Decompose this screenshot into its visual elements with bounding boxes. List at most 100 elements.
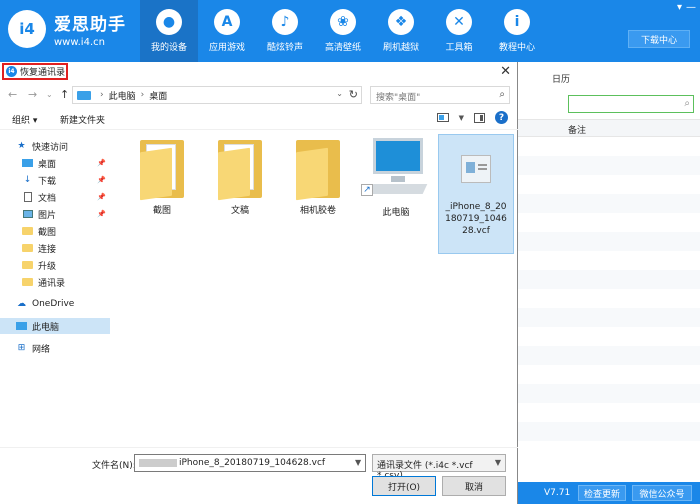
table-header: 备注	[518, 119, 700, 137]
address-field[interactable]: › 此电脑 › 桌面 ⌄ ↻	[72, 86, 362, 104]
app-name: 爱思助手	[54, 15, 126, 35]
nav-ringtones[interactable]: ♪ 酷炫铃声	[256, 0, 314, 62]
refresh-icon[interactable]: ↻	[349, 88, 358, 101]
close-icon[interactable]: ✕	[500, 64, 511, 79]
chevron-down-icon[interactable]: ▼	[459, 114, 464, 122]
folder-icon	[140, 140, 184, 201]
organize-button[interactable]: 组织 ▾	[12, 113, 37, 126]
nav-label: 工具箱	[445, 43, 473, 53]
file-item-documents-folder[interactable]: 文稿	[202, 134, 278, 224]
nav-folder-screenshots[interactable]: 截图	[0, 223, 110, 239]
network-icon: ⊞	[17, 343, 26, 353]
file-item-vcf[interactable]: _iPhone_8_20180719_104628.vcf	[438, 134, 514, 254]
computer-icon	[77, 90, 91, 100]
nav-wallpapers[interactable]: ❀ 高清壁纸	[314, 0, 372, 62]
search-input[interactable]: 搜索"桌面" ⌕	[370, 86, 510, 104]
nav-documents[interactable]: 文档 📌	[0, 189, 110, 205]
nav-downloads[interactable]: ↓ 下载 📌	[0, 172, 110, 188]
skin-icon[interactable]: ▾	[677, 2, 682, 13]
filename-value: iPhone_8_20180719_104628.vcf	[179, 458, 326, 468]
app-url: www.i4.cn	[54, 37, 105, 48]
nav-network[interactable]: ⊞ 网络	[0, 340, 110, 356]
nav-label: 刷机越狱	[382, 43, 419, 53]
info-icon: i	[504, 9, 530, 35]
address-bar-row: ← → ⌄ ↑ › 此电脑 › 桌面 ⌄ ↻ 搜索"桌面" ⌕	[0, 84, 518, 106]
i4-logo-icon: i4	[8, 10, 46, 48]
file-list: 截图 文稿 相机胶卷 ↗ 此电脑 _iPhone_8_20180719_1046…	[120, 134, 514, 494]
star-icon: ★	[17, 141, 26, 151]
nav-desktop[interactable]: 桌面 📌	[0, 155, 110, 171]
brand: i4 爱思助手 www.i4.cn	[8, 10, 126, 48]
picture-icon	[22, 209, 33, 219]
nav-folder-contacts[interactable]: 通讯录	[0, 274, 110, 290]
table-row	[518, 194, 700, 213]
nav-folder-connect[interactable]: 连接	[0, 240, 110, 256]
computer-icon: ↗	[361, 138, 431, 200]
pin-icon[interactable]: 📌	[97, 176, 106, 184]
nav-label: 教程中心	[498, 43, 535, 53]
pin-icon[interactable]: 📌	[97, 210, 106, 218]
open-button[interactable]: 打开(O)	[372, 476, 436, 496]
nav-tutorials[interactable]: i 教程中心	[488, 0, 546, 62]
check-update-button[interactable]: 检查更新	[578, 485, 626, 501]
minimize-icon[interactable]: —	[686, 2, 696, 13]
tab-calendar[interactable]: 日历	[552, 72, 570, 85]
nav-pictures[interactable]: 图片 📌	[0, 206, 110, 222]
window-controls: ▾ —	[677, 2, 696, 13]
file-item-camera-roll-folder[interactable]: 相机胶卷	[280, 134, 356, 224]
table-row	[518, 422, 700, 441]
file-item-screenshots-folder[interactable]: 截图	[124, 134, 200, 224]
nav-label: 高清壁纸	[324, 43, 361, 53]
open-file-dialog: i4 恢复通讯录 ✕ ← → ⌄ ↑ › 此电脑 › 桌面 ⌄ ↻ 搜索"桌面"…	[0, 62, 518, 504]
computer-icon	[16, 321, 27, 331]
folder-icon	[218, 140, 262, 201]
download-center-button[interactable]: 下载中心	[628, 30, 690, 48]
nav-onedrive[interactable]: ☁ OneDrive	[0, 296, 110, 312]
pin-icon[interactable]: 📌	[97, 159, 106, 167]
preview-pane-icon[interactable]	[474, 112, 485, 123]
chevron-down-icon[interactable]: ⌄	[336, 89, 343, 98]
table-row	[518, 232, 700, 251]
download-icon: ↓	[23, 175, 32, 185]
nav-flash-jailbreak[interactable]: ❖ 刷机越狱	[372, 0, 430, 62]
forward-arrow-icon[interactable]: →	[28, 88, 37, 101]
background-search-input[interactable]: ⌕	[568, 95, 694, 113]
search-icon: ⌕	[684, 98, 690, 109]
back-arrow-icon[interactable]: ←	[8, 88, 17, 101]
folder-icon	[22, 226, 33, 236]
nav-toolbox[interactable]: ✕ 工具箱	[430, 0, 488, 62]
wechat-button[interactable]: 微信公众号	[632, 485, 692, 501]
document-icon	[22, 192, 33, 202]
pin-icon[interactable]: 📌	[97, 193, 106, 201]
folder-icon	[22, 243, 33, 253]
navigation-pane: ★ 快速访问 桌面 📌 ↓ 下载 📌 文档 📌 图片 📌 截图 连接 升级 通讯…	[0, 134, 110, 504]
filetype-select[interactable]: 通讯录文件 (*.i4c *.vcf *.csv) ▼	[372, 454, 506, 481]
nav-this-pc[interactable]: 此电脑	[0, 318, 110, 334]
chevron-down-icon[interactable]: ⌄	[46, 90, 53, 99]
table-row	[518, 346, 700, 365]
nav-label: 应用游戏	[208, 43, 245, 53]
nav-folder-upgrade[interactable]: 升级	[0, 257, 110, 273]
view-options-icon[interactable]	[436, 113, 449, 122]
nav-apps-games[interactable]: A 应用游戏	[198, 0, 256, 62]
folder-icon	[22, 260, 33, 270]
background-pane: 日历 ⌕ 备注	[518, 62, 700, 482]
main-nav: ● 我的设备 A 应用游戏 ♪ 酷炫铃声 ❀ 高清壁纸 ❖ 刷机越狱 ✕ 工具箱…	[140, 0, 546, 62]
folder-icon	[296, 140, 340, 201]
cancel-button[interactable]: 取消	[442, 476, 506, 496]
desktop-icon	[22, 158, 33, 168]
chevron-down-icon[interactable]: ▼	[355, 458, 361, 467]
help-icon[interactable]: ?	[495, 111, 508, 124]
table-row	[518, 156, 700, 175]
nav-quick-access[interactable]: ★ 快速访问	[0, 138, 110, 154]
filename-input[interactable]: iPhone_8_20180719_104628.vcf	[134, 454, 366, 472]
file-item-this-pc-shortcut[interactable]: ↗ 此电脑	[358, 134, 434, 224]
nav-my-device[interactable]: ● 我的设备	[140, 0, 198, 62]
dialog-toolbar: 组织 ▾ 新建文件夹 ▼ ?	[0, 108, 518, 130]
table-row	[518, 384, 700, 403]
contact-card-icon	[461, 155, 491, 183]
breadcrumb-this-pc[interactable]: 此电脑	[109, 89, 136, 102]
up-arrow-icon[interactable]: ↑	[60, 88, 69, 101]
breadcrumb-desktop[interactable]: 桌面	[149, 89, 167, 102]
new-folder-button[interactable]: 新建文件夹	[60, 113, 105, 126]
